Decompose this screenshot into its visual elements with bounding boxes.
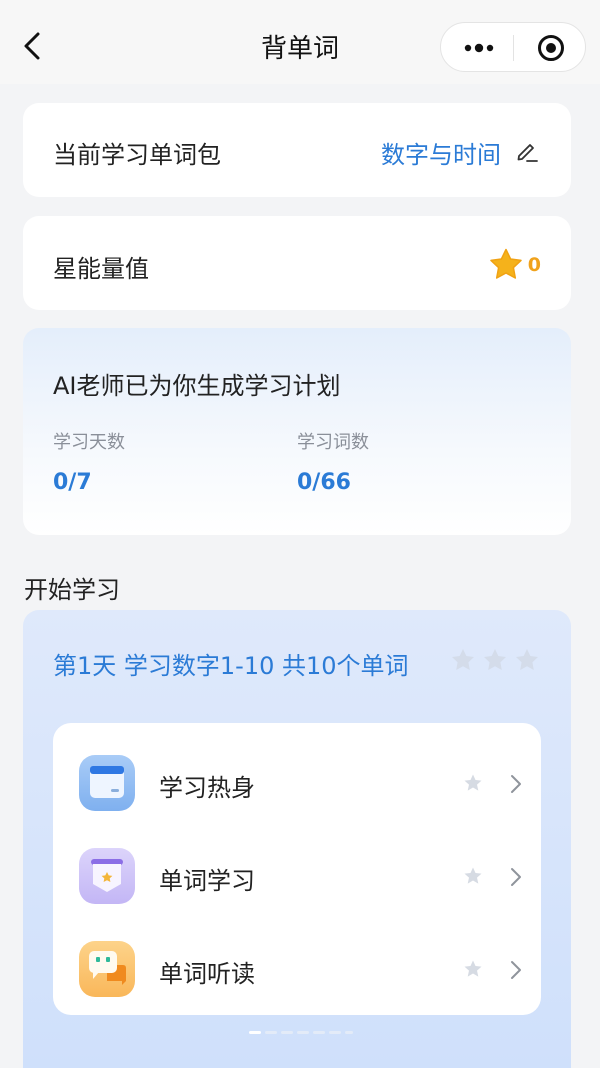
calendar-card-icon: [79, 755, 135, 811]
chevron-right-icon: [511, 775, 521, 793]
day-title: 第1天 学习数字1-10 共10个单词: [53, 652, 409, 680]
more-dots-icon[interactable]: [461, 35, 497, 61]
chevron-right-icon: [511, 868, 521, 886]
activity-label: 单词听读: [159, 960, 255, 988]
activity-label: 学习热身: [159, 774, 255, 802]
study-days-label: 学习天数: [53, 432, 125, 453]
star-energy-label: 星能量值: [53, 255, 149, 283]
capsule-divider: [513, 35, 514, 61]
activity-list: 学习热身 单词学习 单词听读: [53, 723, 541, 1015]
study-words-label: 学习词数: [297, 432, 369, 453]
star-icon: [490, 248, 522, 279]
star-outline-icon: [464, 867, 482, 884]
plan-title: AI老师已为你生成学习计划: [53, 372, 341, 400]
star-outline-icon: [464, 774, 482, 791]
word-pack-label: 当前学习单词包: [53, 141, 221, 169]
study-words-value: 0/66: [297, 470, 351, 495]
activity-label: 单词学习: [159, 867, 255, 895]
mini-program-capsule: [440, 22, 586, 72]
section-title: 开始学习: [24, 576, 120, 604]
study-days-value: 0/7: [53, 470, 92, 495]
page-indicator: [249, 1031, 353, 1034]
day-stars-icon: [452, 649, 538, 670]
activity-row-warmup[interactable]: 学习热身: [53, 737, 541, 829]
star-outline-icon: [464, 960, 482, 977]
activity-row-listen-read[interactable]: 单词听读: [53, 923, 541, 1015]
pencil-icon[interactable]: [515, 139, 539, 163]
chevron-right-icon: [511, 961, 521, 979]
day-study-card: 第1天 学习数字1-10 共10个单词 学习热身 单词学习 单词听读: [23, 610, 571, 1068]
star-energy-card: 星能量值 0: [23, 216, 571, 310]
word-pack-value[interactable]: 数字与时间: [381, 135, 501, 170]
nav-bar: 背单词: [0, 0, 600, 84]
star-badge-icon: [79, 848, 135, 904]
activity-row-word-study[interactable]: 单词学习: [53, 830, 541, 922]
word-pack-card[interactable]: 当前学习单词包 数字与时间: [23, 103, 571, 197]
study-plan-card: AI老师已为你生成学习计划 学习天数 0/7 学习词数 0/66: [23, 328, 571, 535]
chat-bubble-icon: [79, 941, 135, 997]
star-energy-count: 0: [527, 254, 541, 276]
target-circle-icon[interactable]: [537, 34, 565, 62]
